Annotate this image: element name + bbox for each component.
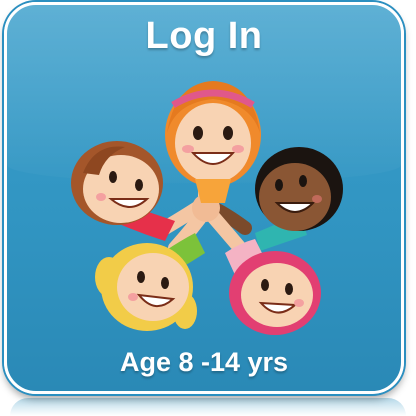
boy-brown-hair-icon — [71, 141, 175, 241]
children-circle-illustration-icon — [71, 81, 343, 335]
boy-dark-hair-icon — [255, 147, 343, 251]
girl-pink-hair-icon — [225, 239, 321, 335]
girl-blonde-hair-icon — [95, 233, 205, 331]
girl-orange-hair-icon — [165, 81, 261, 203]
login-tile-button[interactable]: Log In Age 8 -14 yrs — [4, 2, 404, 394]
login-title: Log In — [145, 15, 263, 57]
age-range-label: Age 8 -14 yrs — [119, 347, 289, 377]
tile-reflection — [10, 398, 406, 416]
